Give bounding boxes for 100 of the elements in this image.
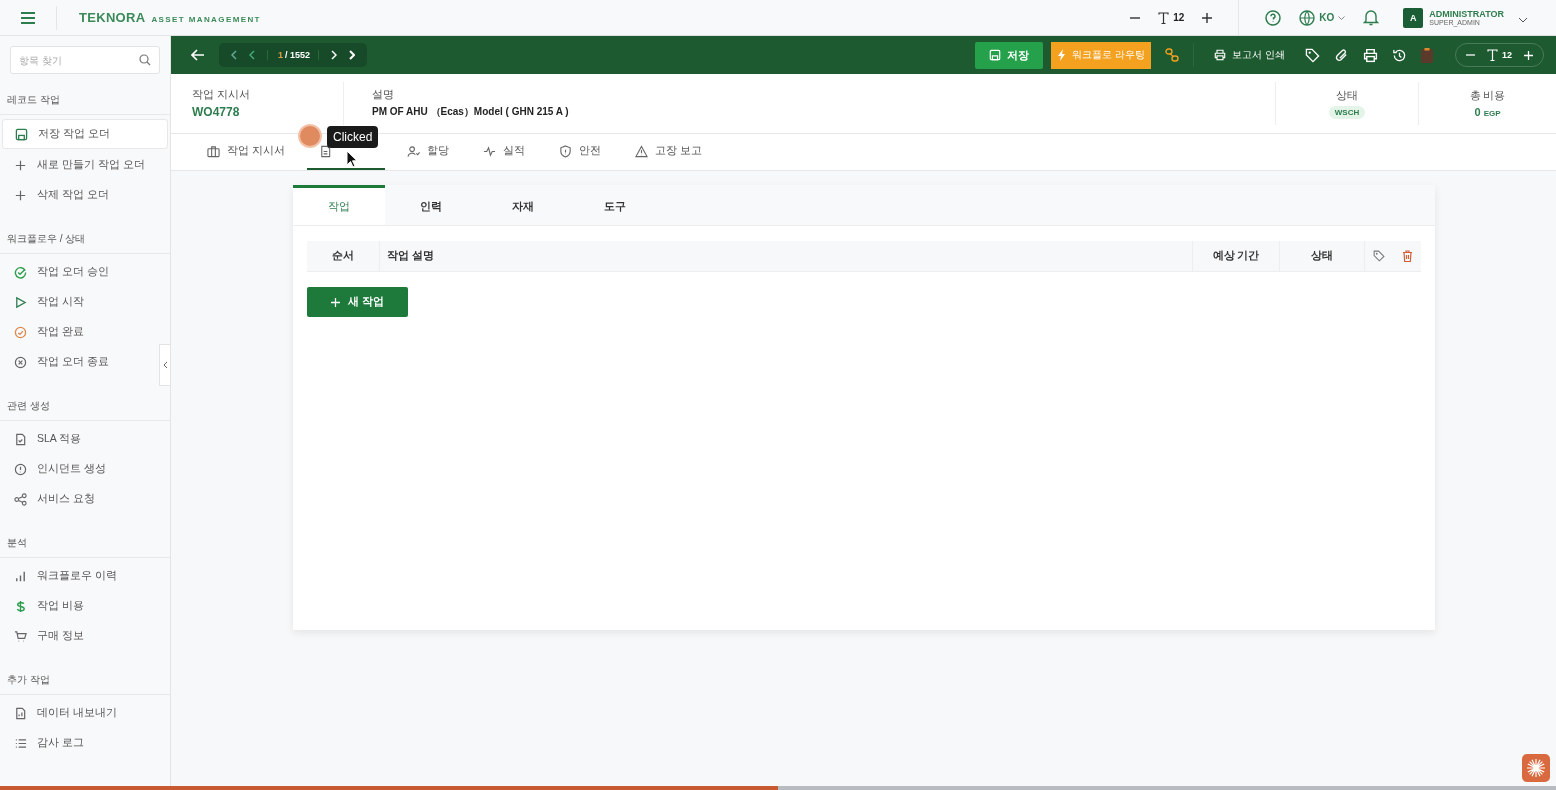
sidebar-item[interactable]: 작업 시작 [2,288,158,316]
sidebar-item[interactable]: 구매 정보 [2,622,158,650]
save-icon [989,49,1002,61]
brand-subtitle: ASSET MANAGEMENT [151,15,261,24]
link-icon[interactable] [1165,48,1180,62]
text-size-icon[interactable] [1158,11,1170,24]
tab[interactable]: 안전 [546,134,613,170]
clipboard-icon[interactable] [1421,47,1433,63]
field-label: 설명 [372,88,395,102]
paperclip-icon[interactable] [1334,47,1349,63]
save-icon [15,127,28,141]
click-indicator [298,124,322,148]
chevron-down-icon [1338,15,1346,20]
tag-icon[interactable] [1373,250,1385,262]
previous-page-icon[interactable] [249,50,255,60]
list-icon [14,736,27,750]
briefcase-icon [207,144,220,158]
sidebar-item[interactable]: 작업 오더 종료 [2,348,158,376]
plus-icon[interactable] [1202,12,1213,23]
user-avatar[interactable]: A [1403,7,1424,28]
bell-icon[interactable] [1363,9,1380,26]
status-badge: WSCH [1328,105,1366,119]
column-header: 작업 설명 [380,241,1193,271]
user-name: ADMINISTRATOR [1429,9,1504,19]
back-arrow-icon[interactable] [191,49,205,61]
subtab[interactable]: 인력 [385,185,477,225]
sidebar-item[interactable]: 작업 비용 [2,592,158,620]
sidebar-item[interactable]: 저장 작업 오더 [2,119,168,149]
font-size-value: 12 [1502,50,1512,60]
sidebar-item[interactable]: 데이터 내보내기 [2,699,158,727]
column-header: 예상 기간 [1193,241,1280,271]
subtab[interactable]: 도구 [569,185,661,225]
sidebar-item[interactable]: 워크플로우 이력 [2,562,158,590]
check-circle-icon [14,265,27,279]
total-cost-value: 0 EGP [1474,106,1501,118]
tooltip: Clicked [327,126,379,148]
minus-icon[interactable] [1130,16,1141,19]
sidebar-item[interactable]: 삭제 작업 오더 [2,181,158,209]
shield-icon [558,144,572,158]
sidebar-item[interactable]: 인시던트 생성 [2,455,158,483]
page-number: 1 [267,50,283,60]
column-header: 순서 [307,241,380,271]
bar-chart-icon [14,569,27,583]
tab[interactable]: 할당 [394,134,461,170]
section-title: 분석 [0,527,170,558]
sidebar-item[interactable]: 작업 완료 [2,318,158,346]
plus-icon [14,158,27,172]
section-title: 관련 생성 [0,390,170,421]
field-label: 상태 [1336,88,1358,103]
warning-icon [634,144,648,158]
collapse-handle[interactable] [159,344,171,386]
subtab[interactable]: 자재 [477,185,569,225]
check-circle-icon [14,325,27,339]
lightning-icon [1057,49,1067,61]
column-header: 상태 [1280,241,1365,271]
share-icon [14,492,27,506]
globe-icon [1299,9,1316,26]
first-page-icon[interactable] [231,50,237,60]
search-icon[interactable] [139,54,151,66]
history-icon[interactable] [1392,47,1407,63]
print-report-button[interactable]: 보고서 인쇄 [1208,47,1291,63]
alert-circle-icon [14,462,27,476]
search-field[interactable]: 항목 찾기 [10,46,160,74]
help-icon[interactable] [1265,9,1282,26]
cursor-icon [346,150,358,168]
printer-icon[interactable] [1363,47,1378,63]
tab[interactable]: 실적 [470,134,537,170]
document-icon [14,432,27,446]
description-value: PM OF AHU （Ecas）Model ( GHN 215 A ) [372,105,570,119]
plus-icon [331,297,340,307]
dollar-icon [14,599,27,613]
play-icon [14,295,27,309]
language-selector[interactable]: KO [1299,9,1346,26]
sidebar-item[interactable]: 작업 오더 승인 [2,258,158,286]
sidebar-item[interactable]: 새로 만들기 작업 오더 [2,151,158,179]
new-task-button[interactable]: 새 작업 [307,287,408,317]
field-label: 작업 지시서 [192,88,251,102]
section-title: 워크플로우 / 상태 [0,223,170,254]
field-label: 총 비용 [1469,89,1506,103]
sidebar-item[interactable]: 감사 로그 [2,729,158,757]
brand-logo: TEKNORA [79,10,146,25]
user-check-icon [406,144,420,158]
sidebar-item[interactable]: 서비스 요청 [2,485,158,513]
delete-icon[interactable] [1401,250,1413,262]
sparkle-icon[interactable] [1522,754,1550,782]
x-circle-icon [14,355,27,369]
font-size-value: 12 [1173,12,1185,23]
cart-icon [14,629,27,643]
next-page-icon[interactable] [331,50,338,60]
document-icon [318,144,332,158]
activity-icon [482,144,496,158]
plus-icon [14,188,27,202]
document-icon [14,706,27,720]
subtab[interactable]: 작업 [293,185,385,225]
tab[interactable]: 고장 보고 [622,134,714,170]
tab[interactable]: 작업 지시서 [195,134,297,170]
last-page-icon[interactable] [349,50,356,60]
printer-icon [1214,49,1227,61]
sidebar-item[interactable]: SLA 적용 [2,425,158,453]
work-order-number: WO4778 [192,105,241,119]
